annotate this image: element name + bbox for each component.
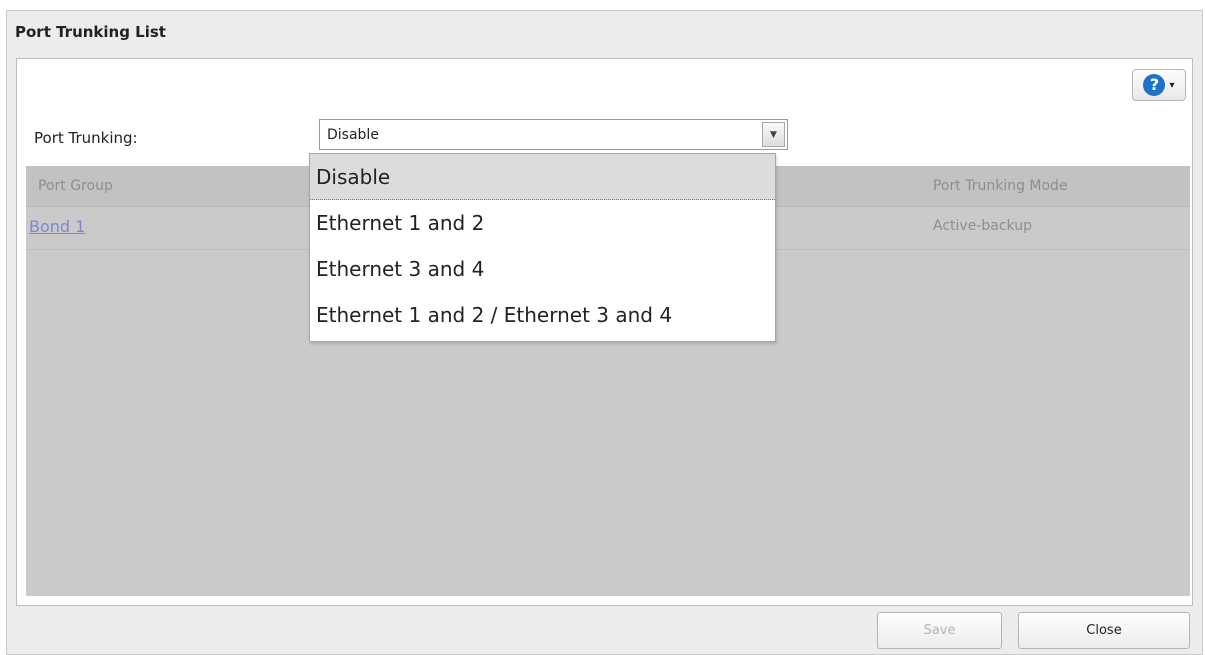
port-group-link[interactable]: Bond 1 [29,217,85,236]
save-button[interactable]: Save [877,612,1002,649]
dropdown-option-ethernet-1-2-and-3-4[interactable]: Ethernet 1 and 2 / Ethernet 3 and 4 [310,292,775,338]
chevron-down-icon[interactable]: ▼ [762,122,785,147]
close-button[interactable]: Close [1018,612,1190,649]
port-trunking-label: Port Trunking: [34,129,138,147]
column-header-port-trunking-mode[interactable]: Port Trunking Mode [933,178,1068,194]
dropdown-option-ethernet-1-2[interactable]: Ethernet 1 and 2 [310,200,775,246]
column-header-port-group[interactable]: Port Group [38,178,113,194]
chevron-down-icon: ▾ [1169,79,1175,91]
port-trunking-dropdown-list[interactable]: Disable Ethernet 1 and 2 Ethernet 3 and … [309,153,776,342]
help-button[interactable]: ? ▾ [1132,69,1186,101]
select-value: Disable [327,127,379,143]
port-trunking-select[interactable]: Disable ▼ [319,119,788,150]
help-icon: ? [1143,74,1166,96]
trunking-mode-cell: Active-backup [933,218,1032,234]
dialog-title: Port Trunking List [15,23,166,41]
dropdown-option-ethernet-3-4[interactable]: Ethernet 3 and 4 [310,246,775,292]
dropdown-option-disable[interactable]: Disable [310,154,775,200]
